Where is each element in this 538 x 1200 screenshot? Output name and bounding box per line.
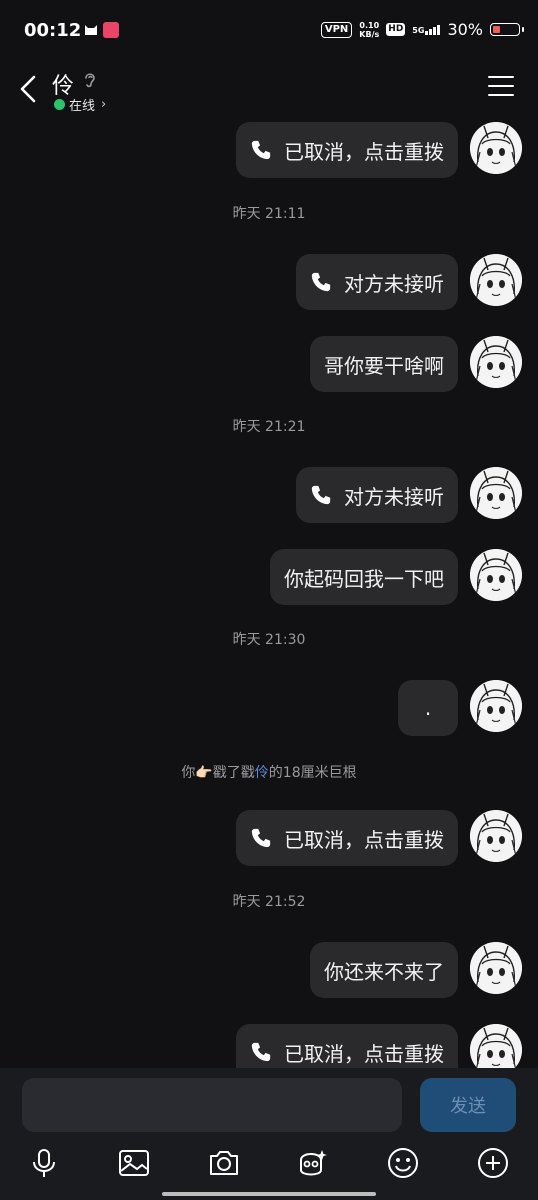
menu-icon[interactable] — [488, 76, 514, 98]
message-text: 对方未接听 — [344, 484, 444, 509]
message-text: 已取消，点击重拨 — [284, 1041, 444, 1066]
avatar[interactable] — [470, 467, 522, 519]
battery-percent: 30% — [447, 20, 483, 39]
avatar[interactable] — [470, 942, 522, 994]
online-status[interactable]: 在线 — [69, 95, 95, 114]
message-text: 已取消，点击重拨 — [284, 827, 444, 852]
app-notification-icon — [103, 22, 119, 38]
home-indicator[interactable] — [162, 1192, 376, 1196]
net-speed: 0.10 KB/s — [359, 21, 379, 39]
chat-header: 伶 在线 › — [0, 62, 538, 122]
poke-notice: 你👉🏻戳了戳伶的18厘米巨根 — [0, 762, 538, 782]
phone-icon — [311, 272, 331, 292]
chevron-right-icon[interactable]: › — [101, 97, 106, 112]
avatar[interactable] — [470, 122, 522, 174]
back-arrow-icon[interactable] — [14, 72, 44, 106]
call-message-row: 对方未接听 — [0, 254, 538, 314]
net-speed-value: 0.10 — [359, 20, 380, 30]
message-text: 对方未接听 — [344, 271, 444, 296]
phone-icon — [251, 1042, 271, 1062]
phone-icon — [251, 828, 271, 848]
network-type: 5G — [412, 25, 425, 35]
avatar[interactable] — [470, 336, 522, 388]
text-message-row: 你起码回我一下吧 — [0, 549, 538, 609]
call-bubble[interactable]: 对方未接听 — [296, 467, 458, 523]
timestamp-label: 昨天 21:21 — [232, 419, 306, 435]
cat-notification-icon — [85, 25, 97, 35]
sticker-icon[interactable] — [296, 1146, 330, 1180]
phone-icon — [251, 140, 271, 160]
message-text: 你还来不来了 — [324, 959, 444, 984]
image-icon[interactable] — [117, 1146, 151, 1180]
online-dot — [54, 99, 65, 110]
message-bubble[interactable]: 你起码回我一下吧 — [270, 549, 458, 605]
message-text: 哥你要干啥啊 — [324, 353, 444, 378]
emoji-icon[interactable] — [386, 1146, 420, 1180]
avatar[interactable] — [470, 254, 522, 306]
poke-target[interactable]: 伶 — [255, 765, 269, 781]
call-message-row: 已取消，点击重拨 — [0, 810, 538, 870]
status-time: 00:12 — [24, 20, 82, 41]
hd-badge: HD — [386, 23, 406, 36]
timestamp-label: 昨天 21:52 — [232, 894, 306, 910]
message-bubble[interactable]: 哥你要干啥啊 — [310, 336, 458, 392]
net-speed-unit: KB/s — [359, 29, 380, 39]
avatar[interactable] — [470, 549, 522, 601]
text-message-row: . — [0, 680, 538, 740]
phone-icon — [311, 485, 331, 505]
message-input[interactable] — [22, 1078, 402, 1132]
call-bubble[interactable]: 对方未接听 — [296, 254, 458, 310]
status-bar: 00:12 VPN 0.10 KB/s HD 5G 30% — [0, 0, 538, 62]
avatar[interactable] — [470, 810, 522, 862]
signal-icon: 5G — [412, 24, 441, 35]
battery-icon — [490, 23, 524, 36]
poke-actor: 你 — [181, 765, 196, 781]
message-text: 已取消，点击重拨 — [284, 139, 444, 164]
send-button[interactable]: 发送 — [420, 1078, 516, 1132]
ear-icon — [85, 73, 95, 88]
call-message-row: 已取消，点击重拨 — [0, 122, 538, 182]
poke-suffix: 的18厘米巨根 — [268, 765, 357, 781]
vpn-badge: VPN — [320, 21, 353, 38]
mic-icon[interactable] — [27, 1146, 61, 1180]
text-message-row: 你还来不来了 — [0, 942, 538, 1002]
composer: 发送 — [0, 1068, 538, 1200]
timestamp-label: 昨天 21:30 — [232, 632, 306, 648]
timestamp-label: 昨天 21:11 — [232, 206, 306, 222]
composer-toolbar — [0, 1146, 538, 1186]
call-bubble[interactable]: 已取消，点击重拨 — [236, 122, 458, 178]
avatar[interactable] — [470, 680, 522, 732]
text-message-row: 哥你要干啥啊 — [0, 336, 538, 396]
message-text: 你起码回我一下吧 — [284, 566, 444, 591]
plus-icon[interactable] — [476, 1146, 510, 1180]
call-message-row: 对方未接听 — [0, 467, 538, 527]
poke-action: 戳了戳 — [212, 765, 255, 781]
call-bubble[interactable]: 已取消，点击重拨 — [236, 810, 458, 866]
poke-hand-icon: 👉🏻 — [195, 765, 213, 781]
message-bubble[interactable]: 你还来不来了 — [310, 942, 458, 998]
message-bubble[interactable]: . — [398, 680, 458, 736]
camera-icon[interactable] — [207, 1146, 241, 1180]
message-text: . — [424, 696, 432, 720]
